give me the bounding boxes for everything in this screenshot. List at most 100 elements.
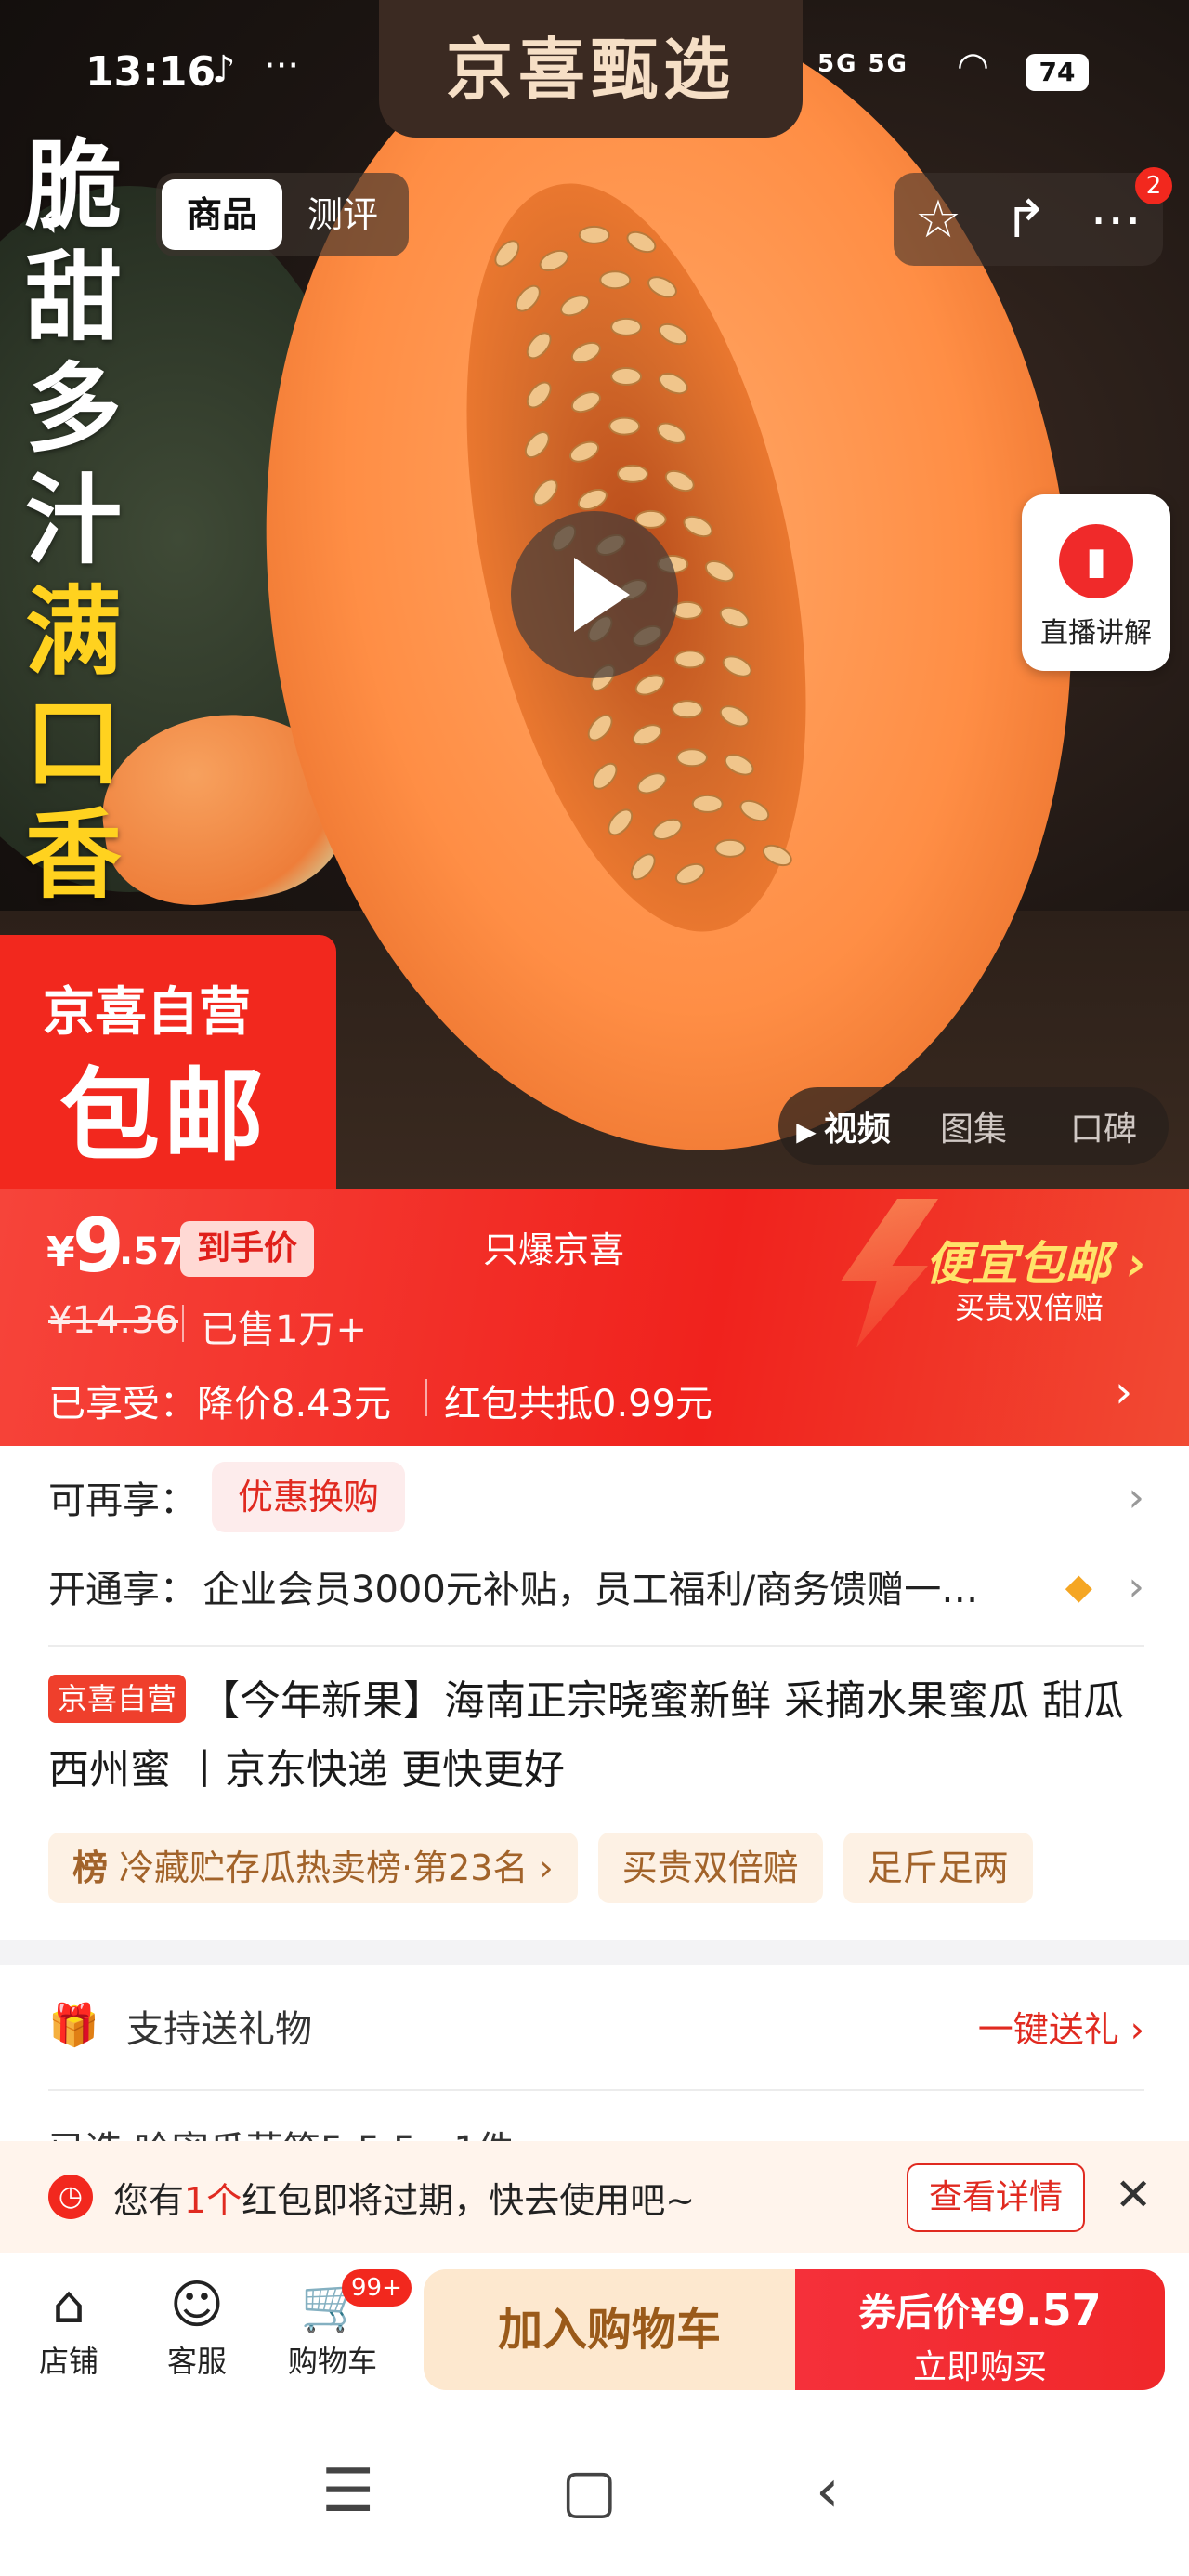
melon-seed — [535, 245, 573, 276]
chevron-right-icon: › — [1128, 1473, 1144, 1521]
media-tab-gallery[interactable]: 图集 — [908, 1102, 1039, 1150]
price-currency: ¥ — [46, 1229, 75, 1276]
live-explain-button[interactable]: ▮ 直播讲解 — [1022, 494, 1170, 671]
final-price-tag: 到手价 — [180, 1221, 315, 1277]
melon-seed — [622, 227, 660, 257]
system-navigation-bar: ☰ ▢ ‹ — [0, 2401, 1189, 2576]
price-banner: ¥ 9 .57 到手价 只爆京喜 ¥14.36 已售1万+ 已享受：降价8.43… — [0, 1189, 1189, 1446]
melon-seed — [610, 366, 643, 387]
ranking-prefix: 榜 — [72, 1847, 109, 1888]
notice-text: 您有1个红包即将过期，快去使用吧~ — [113, 2172, 695, 2223]
nav-service-label: 客服 — [166, 2344, 227, 2379]
price-integer: 9 — [72, 1203, 124, 1289]
customer-service-icon: ☺ — [169, 2275, 225, 2335]
tab-review[interactable]: 测评 — [282, 179, 403, 250]
melon-seed — [675, 748, 709, 768]
favorite-star-icon[interactable]: ☆ — [915, 190, 961, 250]
chevron-right-icon: › — [1128, 1562, 1144, 1610]
melon-seed — [625, 848, 660, 886]
slogan-char: 脆 — [24, 128, 122, 243]
exchange-offer-pill[interactable]: 优惠换购 — [212, 1462, 406, 1532]
divider — [425, 1379, 427, 1416]
melon-seed — [616, 464, 648, 484]
nav-store[interactable]: ⌂ 店铺 — [13, 2273, 124, 2381]
more-enjoy-row[interactable]: 可再享： 优惠换购 › — [48, 1455, 1144, 1539]
back-icon[interactable]: ‹ — [37, 186, 59, 251]
notice-count: 1个 — [184, 2179, 242, 2221]
melon-seed — [649, 814, 686, 845]
ranking-tag[interactable]: 榜冷藏贮存瓜热卖榜·第23名 › — [48, 1833, 578, 1903]
notice-prefix: 您有 — [113, 2179, 185, 2221]
store-icon: ⌂ — [52, 2275, 85, 2335]
nav-customer-service[interactable]: ☺ 客服 — [141, 2273, 253, 2381]
melon-seed — [655, 368, 692, 400]
back-nav-icon[interactable]: ‹ — [816, 2457, 840, 2526]
top-tabs: 商品 测评 — [156, 173, 409, 256]
member-value: 企业会员3000元补贴，员工福利/商务馈赠一… — [203, 1569, 979, 1611]
section-gap — [0, 1940, 1189, 1965]
buy-now-button[interactable]: 券后价¥9.57 立即购买 — [795, 2269, 1165, 2390]
share-icon[interactable]: ↱ — [1004, 190, 1048, 250]
member-row[interactable]: 开通享： 企业会员3000元补贴，员工福利/商务馈赠一… ◆ › — [48, 1544, 1144, 1628]
gift-row[interactable]: 🎁 支持送礼物 一键送礼 › — [48, 1989, 1144, 2063]
play-video-button[interactable] — [511, 511, 678, 678]
home-icon[interactable]: ▢ — [561, 2457, 617, 2526]
chevron-right-icon[interactable]: › — [1115, 1366, 1132, 1418]
promo-subtitle: 买贵双倍赔 — [955, 1290, 1104, 1325]
price-slogan: 只爆京喜 — [483, 1229, 625, 1270]
slogan-char: 汁 — [24, 463, 122, 577]
notification-badge: 2 — [1135, 167, 1172, 204]
full-weight-tag[interactable]: 足斤足两 — [843, 1833, 1033, 1903]
melon-seed — [654, 319, 692, 349]
melon-seed — [759, 840, 796, 871]
melon-seed — [715, 602, 753, 633]
media-tab-video[interactable]: 视频 — [778, 1102, 908, 1150]
melon-seed — [629, 719, 666, 750]
menu-icon[interactable]: ☰ — [321, 2457, 374, 2526]
melon-seed — [510, 280, 545, 317]
price-guarantee-tag[interactable]: 买贵双倍赔 — [597, 1833, 823, 1903]
more-icon[interactable]: ⋯ — [1090, 190, 1142, 250]
add-to-cart-button[interactable]: 加入购物车 — [424, 2269, 795, 2390]
melon-seed — [737, 795, 774, 826]
self-operated-free-shipping-badge: 京喜自营 包邮 — [0, 935, 336, 1189]
gift-label: 支持送礼物 — [126, 2008, 312, 2051]
melon-seed — [573, 484, 611, 515]
coupon-price: 券后价¥9.57 — [795, 2269, 1165, 2336]
melon-seed — [660, 466, 698, 496]
melon-seed — [713, 838, 747, 859]
melon-seed — [520, 427, 555, 463]
discount-enjoyed[interactable]: 已享受：降价8.43元 — [48, 1373, 391, 1427]
self-operated-badge: 京喜自营 — [48, 1675, 187, 1723]
melon-seed — [673, 650, 706, 669]
cheap-free-shipping-promo[interactable]: 便宜包邮 › 买贵双倍赔 — [836, 1189, 1189, 1357]
member-label: 开通享： — [48, 1569, 197, 1611]
melon-seed — [721, 749, 758, 781]
product-tags: 榜冷藏贮存瓜热卖榜·第23名 › 买贵双倍赔 足斤足两 — [48, 1833, 1033, 1903]
hero-slogan: 脆 甜 多 汁 满 口 香 — [13, 130, 134, 911]
slogan-char: 香 — [24, 797, 122, 912]
melon-seed — [578, 225, 610, 245]
red-packet-discount[interactable]: 红包共抵0.99元 — [444, 1373, 712, 1427]
product-hero-media[interactable]: 脆 甜 多 汁 满 口 香 京喜自营 包邮 视频 图集 口碑 13:16 ♪ ·… — [0, 0, 1189, 1189]
slogan-char: 满 — [24, 574, 122, 689]
nav-cart[interactable]: 🛒 购物车 99+ — [277, 2269, 412, 2381]
melon-seed — [672, 859, 709, 889]
nav-store-label: 店铺 — [38, 2344, 98, 2379]
clock-icon: ◷ — [48, 2175, 93, 2219]
battery-icon: 74 — [1026, 54, 1089, 91]
lightning-icon — [841, 1199, 938, 1347]
melon-seed — [716, 701, 753, 732]
melon-seed — [568, 387, 605, 417]
send-gift-link[interactable]: 一键送礼 › — [978, 2001, 1144, 2052]
melon-seed — [653, 417, 690, 449]
notice-suffix: 红包即将过期，快去使用吧~ — [242, 2179, 696, 2221]
close-icon[interactable]: ✕ — [1115, 2169, 1152, 2221]
melon-seed — [679, 511, 717, 542]
melon-seed — [556, 290, 594, 322]
tab-product[interactable]: 商品 — [162, 179, 282, 250]
media-tab-reviews[interactable]: 口碑 — [1039, 1102, 1169, 1150]
badge-line2: 包邮 — [59, 1058, 268, 1175]
view-details-button[interactable]: 查看详情 — [907, 2163, 1085, 2232]
slogan-char: 甜 — [24, 240, 122, 354]
